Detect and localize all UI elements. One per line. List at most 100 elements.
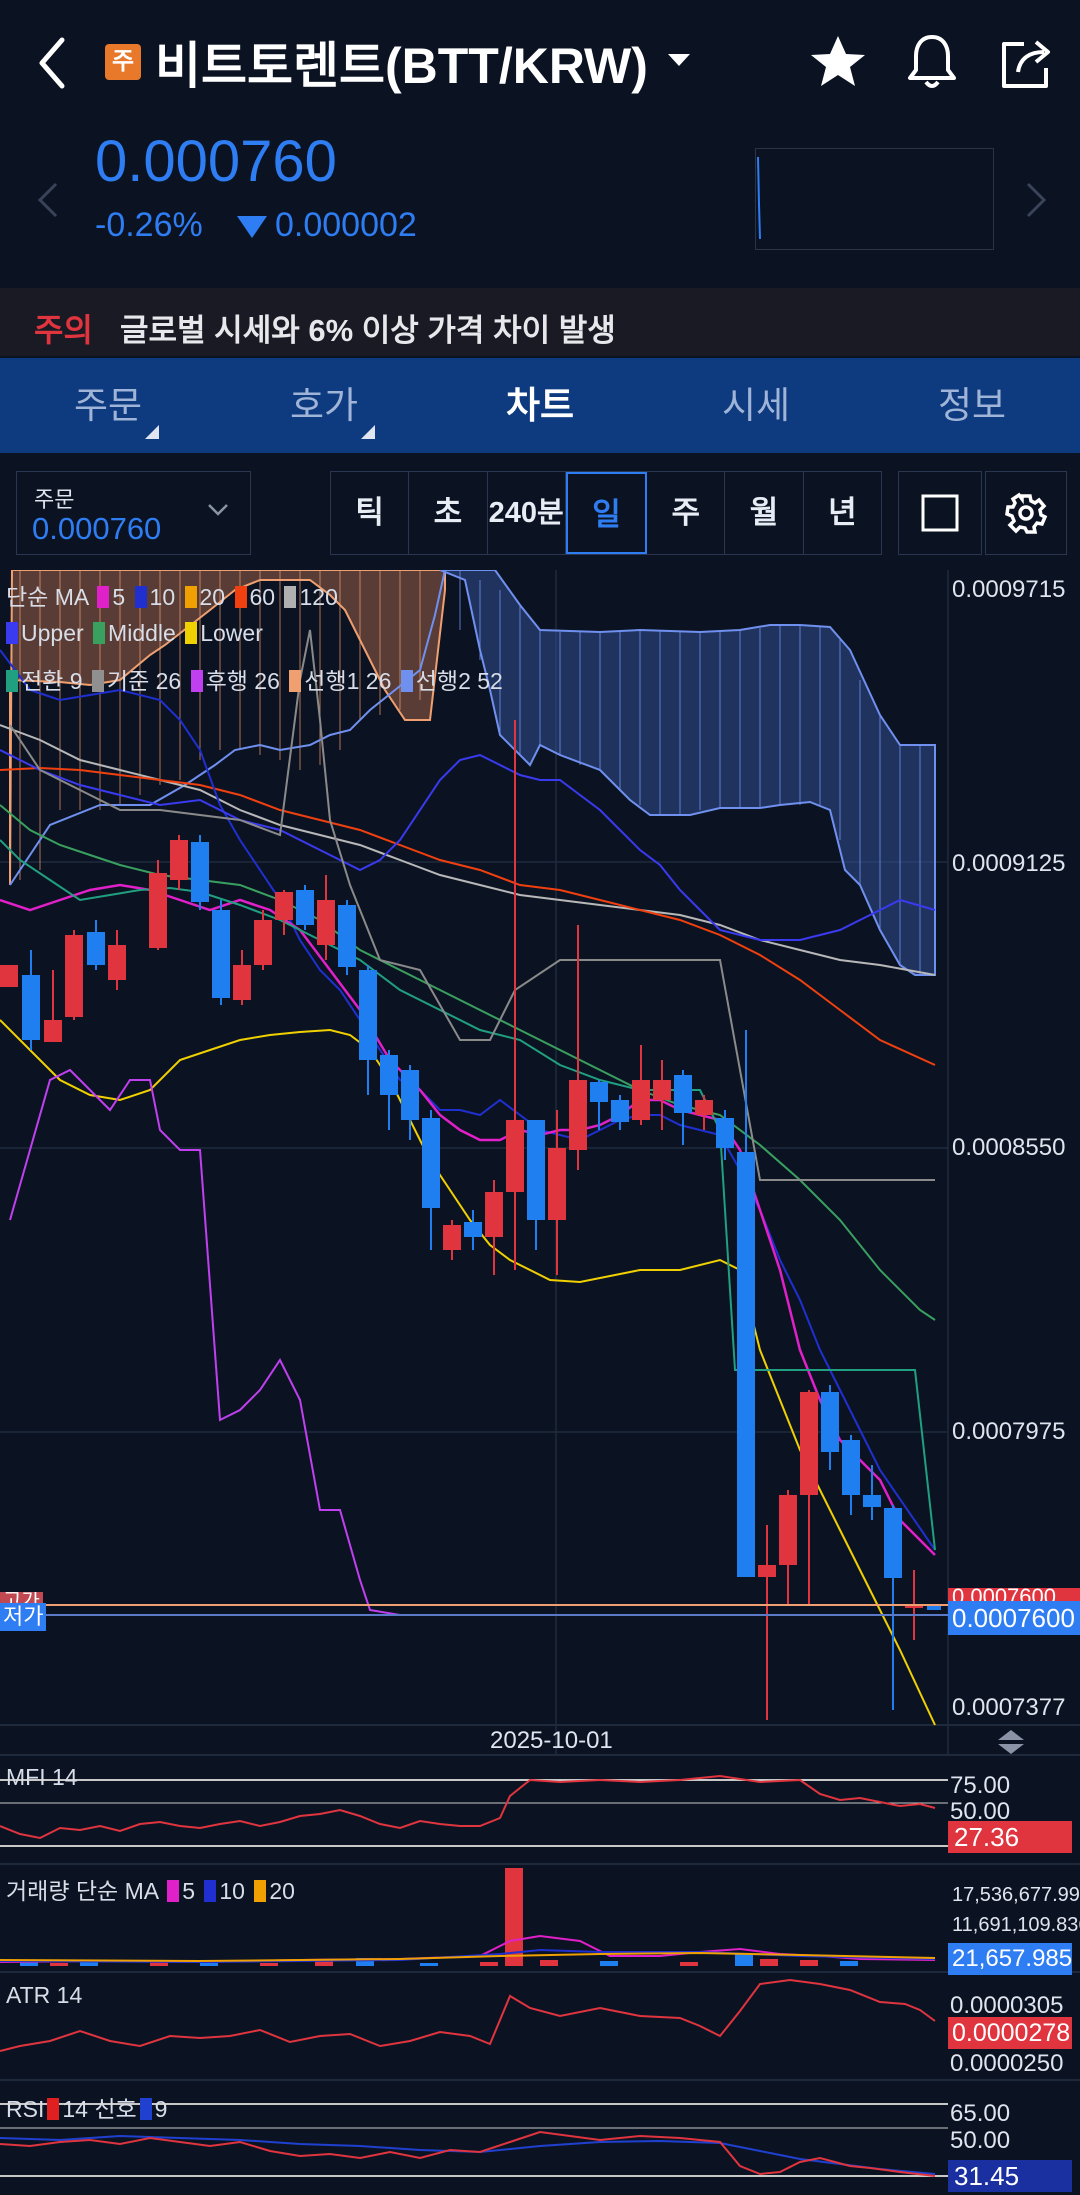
mfi-title[interactable]: MFI 14 xyxy=(6,1764,78,1791)
dropdown-corner-icon xyxy=(145,425,159,439)
ichimoku-span-a-label: 선행1 26 xyxy=(304,668,392,694)
warning-label: 주의 xyxy=(34,312,93,348)
ma10-label: 10 xyxy=(149,584,176,610)
tab-order[interactable]: 주문 xyxy=(0,358,216,453)
volume-legend[interactable]: 거래량 단순 MA 5 10 20 xyxy=(6,1872,295,1906)
atr-value-tag: 0.0000278 xyxy=(948,2017,1072,2049)
star-icon[interactable] xyxy=(806,30,870,94)
ichimoku-span-b-label: 선행2 52 xyxy=(415,668,503,694)
chart-settings-button[interactable] xyxy=(985,471,1067,555)
ma-legend[interactable]: 단순 MA 5 10 20 60 120 xyxy=(6,578,338,612)
rsi-period: 14 xyxy=(62,2096,88,2122)
ichimoku-base-label: 기준 26 xyxy=(106,668,182,694)
rsi-signal-period: 9 xyxy=(154,2096,168,2122)
period-second[interactable]: 초 xyxy=(409,472,488,554)
rsi-signal-label: 신호 xyxy=(94,2096,137,2122)
back-icon[interactable] xyxy=(30,30,80,96)
volume-level: 11,691,109.836 xyxy=(952,1914,1080,1936)
period-month[interactable]: 월 xyxy=(725,472,804,554)
volume-bar xyxy=(760,1959,778,1966)
square-icon xyxy=(921,494,959,532)
bb-lower-label: Lower xyxy=(200,620,263,646)
ma20-swatch xyxy=(184,586,197,608)
y-axis-label: 0.0009125 xyxy=(952,850,1066,877)
bb-lower-swatch xyxy=(185,622,198,644)
market-badge: 주 xyxy=(105,44,141,80)
tab-market[interactable]: 시세 xyxy=(648,358,864,453)
bell-icon[interactable] xyxy=(900,30,964,94)
candle-down xyxy=(296,885,314,930)
expand-chevrons-icon[interactable] xyxy=(996,1728,1026,1756)
tab-chart[interactable]: 차트 xyxy=(432,358,648,453)
y-axis-label: 0.0008550 xyxy=(952,1134,1066,1161)
y-axis-label: 0.0009715 xyxy=(952,576,1066,603)
order-label: 주문 xyxy=(34,487,75,512)
share-icon[interactable] xyxy=(994,30,1058,94)
ma20-label: 20 xyxy=(199,584,226,610)
candle-up xyxy=(149,860,167,950)
ichimoku-lagging-label: 후행 26 xyxy=(205,668,280,694)
bb-upper-swatch xyxy=(6,622,18,644)
volume-value-tag: 21,657.985 xyxy=(948,1943,1072,1975)
chevron-down-icon[interactable] xyxy=(668,54,690,66)
y-axis-label: 0.0007377 xyxy=(952,1694,1066,1721)
mfi-level: 75.00 xyxy=(950,1772,1011,1799)
current-price-tag: 0.0007600 xyxy=(948,1601,1080,1635)
mini-chart-line xyxy=(757,156,761,240)
rsi-level: 65.00 xyxy=(950,2100,1011,2127)
tab-orderbook[interactable]: 호가 xyxy=(216,358,432,453)
rsi-title: RSI xyxy=(6,2096,45,2122)
ma5-label: 5 xyxy=(112,584,126,610)
tab-info[interactable]: 정보 xyxy=(864,358,1080,453)
prev-arrow-icon[interactable] xyxy=(36,180,60,220)
volume-level: 17,536,677.995 xyxy=(952,1884,1080,1906)
ichimoku-legend[interactable]: 전환 9 기준 26 후행 26 선행1 26 선행2 52 xyxy=(6,662,503,696)
ma60-swatch xyxy=(234,586,247,608)
rsi-signal-swatch xyxy=(139,2098,152,2120)
volume-ma5-swatch xyxy=(167,1880,180,1902)
candle-down xyxy=(212,900,230,1005)
ma5-swatch xyxy=(97,586,110,608)
bb-middle-label: Middle xyxy=(108,620,176,646)
candle-up xyxy=(0,965,18,987)
volume-ma10-label: 10 xyxy=(219,1878,245,1904)
next-arrow-icon[interactable] xyxy=(1024,180,1048,220)
date-label: 2025-10-01 xyxy=(490,1727,613,1754)
period-week[interactable]: 주 xyxy=(647,472,726,554)
rsi-swatch xyxy=(47,2098,60,2120)
ma-label: 단순 MA xyxy=(6,584,88,610)
y-axis-label: 0.0007975 xyxy=(952,1418,1066,1445)
gear-icon xyxy=(1005,492,1048,534)
atr-level: 0.0000250 xyxy=(950,2050,1064,2077)
bb-middle-swatch xyxy=(93,622,106,644)
ichimoku-conversion-swatch xyxy=(6,670,18,692)
chevron-down-icon[interactable] xyxy=(207,498,229,520)
down-triangle-icon xyxy=(237,216,267,238)
ichimoku-lagging-swatch xyxy=(190,670,203,692)
period-tick[interactable]: 틱 xyxy=(331,472,410,554)
candle-down xyxy=(191,835,209,910)
drawing-tool-button[interactable] xyxy=(898,471,982,555)
atr-title[interactable]: ATR 14 xyxy=(6,1982,82,2009)
coin-title[interactable]: 비트토렌트(BTT/KRW) xyxy=(155,26,648,98)
bb-upper-label: Upper xyxy=(21,620,84,646)
rsi-legend[interactable]: RSI 14 신호 9 xyxy=(6,2090,167,2124)
volume-title: 거래량 단순 MA xyxy=(6,1878,158,1904)
rsi-level: 50.00 xyxy=(950,2127,1011,2154)
period-240min[interactable]: 240분 xyxy=(488,472,566,554)
bollinger-legend[interactable]: Upper Middle Lower xyxy=(6,620,263,647)
volume-ma5-label: 5 xyxy=(182,1878,195,1904)
volume-ma20-label: 20 xyxy=(269,1878,295,1904)
ichimoku-span-a-swatch xyxy=(289,670,302,692)
ma120-label: 120 xyxy=(299,584,338,610)
indicator-panels[interactable] xyxy=(0,1756,1080,2195)
period-selector: 틱 초 240분 일 주 월 년 xyxy=(330,471,882,555)
order-value: 0.000760 xyxy=(32,511,162,546)
dropdown-corner-icon xyxy=(361,425,375,439)
volume-ma20-swatch xyxy=(254,1880,267,1902)
mfi-value-tag: 27.36 xyxy=(948,1821,1072,1853)
change-percent: -0.26% xyxy=(95,206,203,244)
period-year[interactable]: 년 xyxy=(804,472,881,554)
period-day[interactable]: 일 xyxy=(565,472,648,554)
atr-level: 0.0000305 xyxy=(950,1992,1064,2019)
